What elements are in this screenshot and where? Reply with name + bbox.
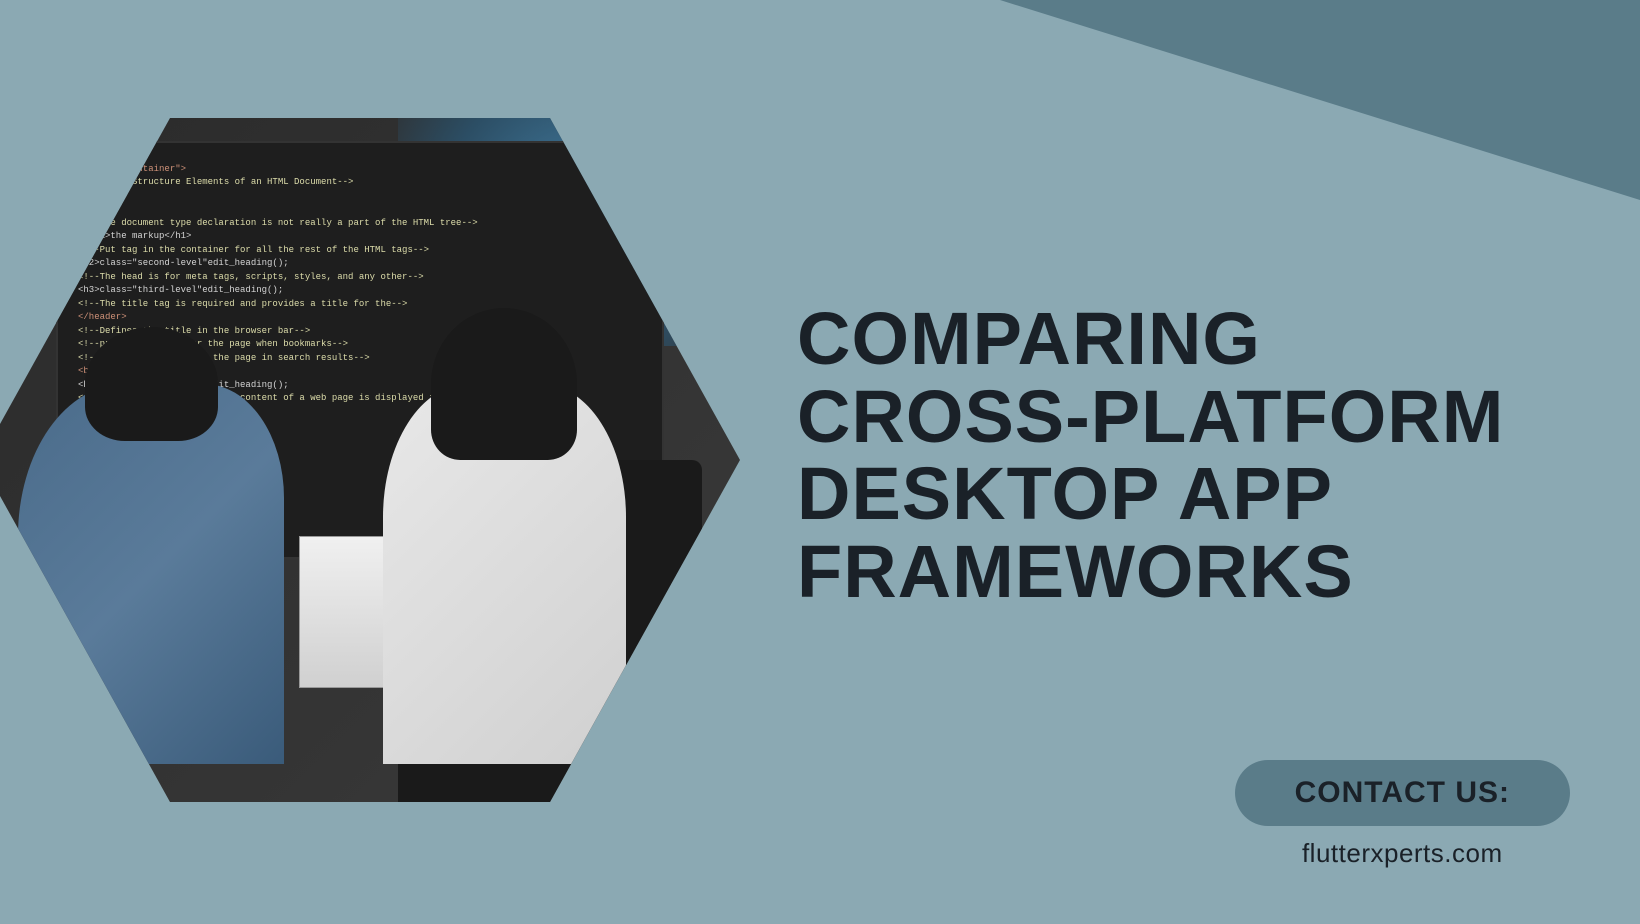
corner-accent-shape bbox=[1000, 0, 1640, 200]
code-snippet-line: <div id="container"> bbox=[78, 164, 186, 174]
developer-left bbox=[18, 384, 284, 764]
code-snippet-line: <h2>class="second-level"edit_heading(); bbox=[78, 258, 289, 268]
code-snippet-line: </header> bbox=[78, 312, 127, 322]
main-headline: COMPARING CROSS-PLATFORM DESKTOP APP FRA… bbox=[797, 300, 1557, 611]
code-snippet-line: <!--The title tag is required and provid… bbox=[78, 299, 407, 309]
hero-image-hexagon: <div id="container"> <!--Basic Structure… bbox=[0, 80, 740, 840]
code-snippet-line: <h1> bbox=[78, 204, 100, 214]
website-url: flutterxperts.com bbox=[1302, 838, 1503, 869]
code-snippet-line: <!--Basic Structure Elements of an HTML … bbox=[78, 177, 353, 187]
contact-section: CONTACT US: flutterxperts.com bbox=[1235, 760, 1570, 869]
code-snippet-line: <!--Defines the title in the browser bar… bbox=[78, 326, 310, 336]
contact-us-button[interactable]: CONTACT US: bbox=[1235, 760, 1570, 826]
code-snippet-line: <!--The document type declaration is not… bbox=[78, 218, 478, 228]
code-snippet-line: <header> bbox=[78, 191, 121, 201]
code-snippet-line: <!--Put tag in the container for all the… bbox=[78, 245, 429, 255]
code-snippet-line: <h3>class="third-level"edit_heading(); bbox=[78, 285, 283, 295]
code-snippet-line: <!--The head is for meta tags, scripts, … bbox=[78, 272, 424, 282]
code-snippet-line: <meta>the markup</h1> bbox=[78, 231, 191, 241]
developer-right bbox=[383, 384, 626, 764]
